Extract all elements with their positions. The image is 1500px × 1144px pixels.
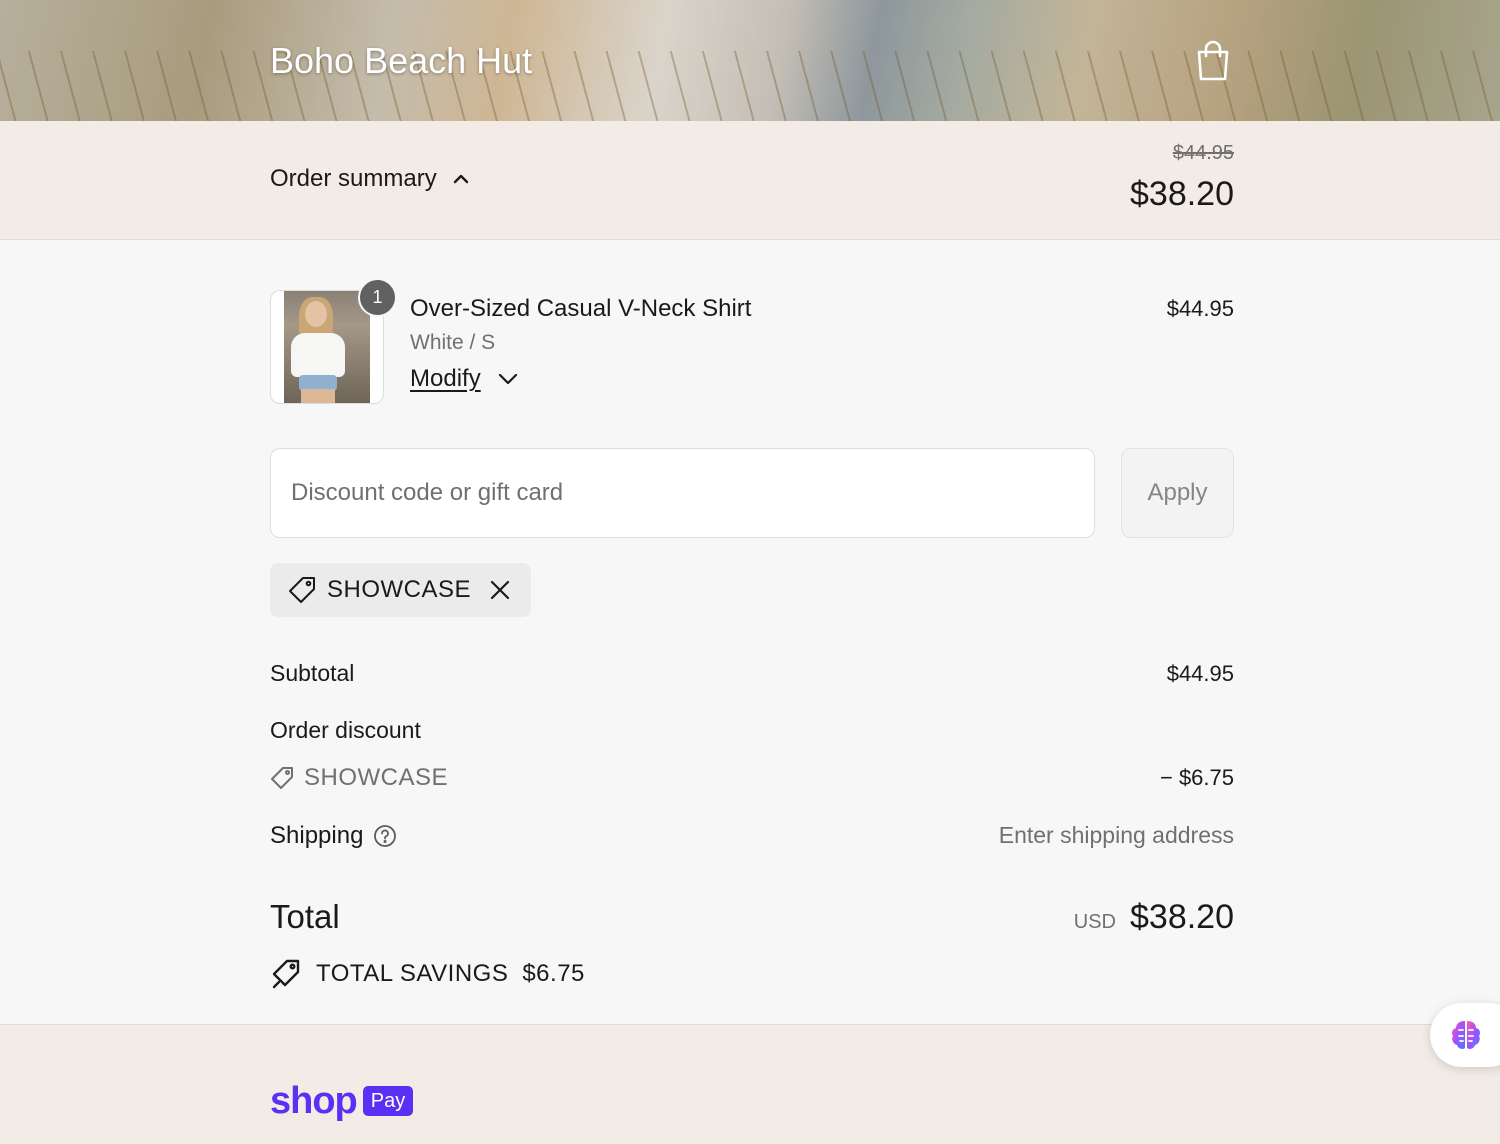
shipping-label: Shipping	[270, 822, 364, 849]
chevron-down-icon	[498, 373, 517, 385]
brain-icon	[1452, 1021, 1480, 1049]
shop-pay-button[interactable]: shop Pay	[270, 1080, 414, 1122]
order-summary-bar	[0, 121, 1500, 240]
order-discount-value: − $6.75	[1159, 765, 1234, 790]
applied-code-label: SHOWCASE	[327, 576, 472, 603]
current-total: $38.20	[1130, 175, 1234, 213]
order-discount-code-label: SHOWCASE	[304, 764, 449, 791]
product-price: $44.95	[1166, 296, 1234, 321]
ai-assistant-widget[interactable]	[1430, 1003, 1500, 1067]
order-discount-label: Order discount	[270, 717, 421, 743]
shopping-bag-icon[interactable]	[1194, 38, 1232, 82]
order-discount-code: SHOWCASE	[270, 764, 448, 792]
modify-label: Modify	[410, 365, 481, 392]
shop-pay-logo-word: shop	[270, 1080, 358, 1122]
help-circle-icon[interactable]	[373, 824, 397, 848]
shop-pay-logo-badge: Pay	[362, 1086, 414, 1116]
shipping-value: Enter shipping address	[998, 822, 1234, 848]
shipping-row-label: Shipping	[270, 822, 397, 850]
tag-icon	[271, 767, 293, 789]
discount-code-input[interactable]	[270, 448, 1095, 538]
total-currency: USD	[1073, 911, 1116, 933]
modify-button[interactable]: Modify	[410, 365, 519, 393]
order-summary-toggle[interactable]: Order summary	[270, 165, 471, 193]
tag-icon	[289, 577, 315, 603]
remove-discount-icon[interactable]	[489, 579, 511, 601]
subtotal-label: Subtotal	[270, 660, 355, 686]
product-variant: White / S	[410, 331, 496, 354]
apply-button[interactable]: Apply	[1121, 448, 1234, 538]
total-savings: TOTAL SAVINGS $6.75	[270, 958, 585, 990]
total-savings-label: TOTAL SAVINGS	[316, 960, 509, 987]
total-value-group: USD $38.20	[1074, 898, 1234, 937]
express-checkout-footer	[0, 1024, 1500, 1144]
total-savings-value: $6.75	[522, 960, 585, 987]
original-total: $44.95	[1172, 142, 1234, 164]
total-label: Total	[270, 898, 340, 935]
tags-icon	[272, 959, 300, 989]
product-name: Over-Sized Casual V-Neck Shirt	[410, 295, 752, 322]
subtotal-value: $44.95	[1166, 661, 1234, 686]
applied-discount-chip: SHOWCASE	[270, 563, 531, 617]
quantity-badge: 1	[358, 278, 397, 317]
chevron-up-icon	[453, 174, 468, 184]
store-header: Boho Beach Hut	[0, 0, 1500, 121]
store-name[interactable]: Boho Beach Hut	[270, 40, 532, 82]
order-summary-label: Order summary	[270, 165, 437, 192]
total-amount: $38.20	[1130, 898, 1234, 936]
